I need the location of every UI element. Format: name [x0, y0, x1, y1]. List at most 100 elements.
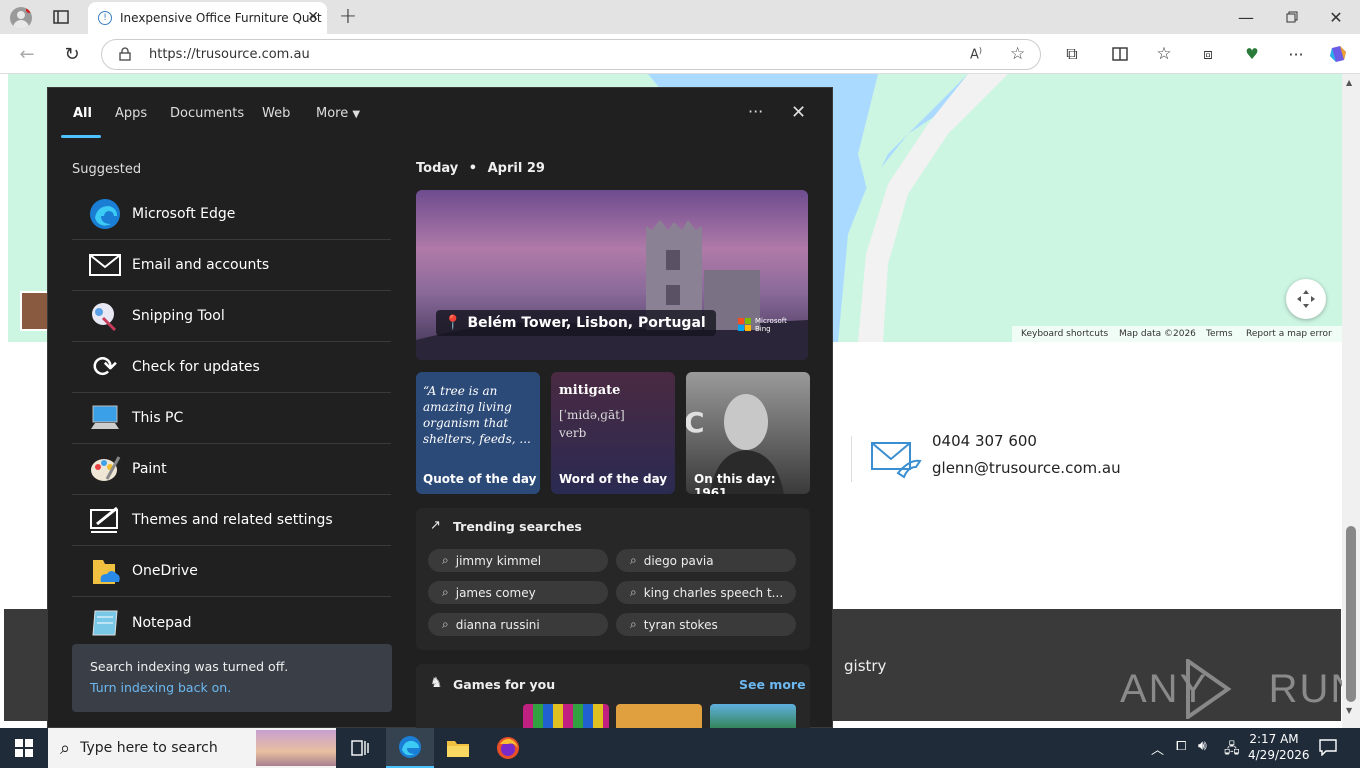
map-keyboard-shortcuts[interactable]: Keyboard shortcuts: [1021, 329, 1108, 339]
email-contact-icon: [870, 439, 922, 479]
windows-search-panel: All Apps Documents Web More ▼ ··· ✕ Sugg…: [47, 87, 833, 728]
taskbar-search-box[interactable]: ⌕ Type here to search: [48, 728, 336, 768]
suggested-microsoft-edge[interactable]: Microsoft Edge: [72, 189, 391, 240]
search-icon: ⌕: [442, 585, 449, 599]
contact-phone[interactable]: 0404 307 600: [932, 432, 1037, 450]
indexing-link[interactable]: Turn indexing back on.: [90, 680, 231, 695]
split-screen-icon[interactable]: [1108, 42, 1132, 66]
tab-documents[interactable]: Documents: [170, 106, 244, 121]
tab-all-indicator: [61, 135, 101, 138]
taskbar-edge[interactable]: [386, 728, 434, 768]
quote-card[interactable]: “A tree is an amazing living organism th…: [416, 372, 540, 494]
trending-pill[interactable]: ⌕ jimmy kimmel: [428, 549, 608, 572]
suggested-notepad[interactable]: Notepad: [72, 597, 391, 648]
suggested-this-pc[interactable]: This PC: [72, 393, 391, 444]
panel-close-icon[interactable]: ✕: [791, 102, 806, 123]
map-fullscreen-button[interactable]: [1286, 279, 1326, 319]
scrollbar-thumb[interactable]: [1346, 526, 1356, 702]
trending-pill[interactable]: ⌕ james comey: [428, 581, 608, 604]
show-hidden-icons[interactable]: ︿: [1151, 739, 1164, 758]
search-icon: ⌕: [442, 553, 449, 567]
extensions-icon[interactable]: ⧉: [1060, 42, 1084, 66]
profile-icon[interactable]: [10, 7, 32, 29]
trending-pill[interactable]: ⌕ tyran stokes: [616, 613, 796, 636]
tab-web[interactable]: Web: [262, 106, 290, 121]
trending-arrow-icon: ↗: [430, 518, 441, 533]
suggested-onedrive[interactable]: OneDrive: [72, 546, 391, 597]
favorites-icon[interactable]: ☆: [1152, 42, 1176, 66]
back-icon[interactable]: ←: [14, 42, 40, 66]
tab-apps[interactable]: Apps: [115, 106, 147, 121]
trending-section: ↗ Trending searches ⌕ jimmy kimmel ⌕ diego…: [416, 508, 810, 650]
search-icon: ⌕: [442, 617, 449, 631]
word-pronunciation: [ˈmidəˌɡāt]: [559, 408, 625, 422]
notifications-icon[interactable]: [1318, 738, 1338, 757]
suggested-themes[interactable]: Themes and related settings: [72, 495, 391, 546]
trending-pill[interactable]: ⌕ king charles speech t...: [616, 581, 796, 604]
contact-email[interactable]: glenn@trusource.com.au: [932, 459, 1121, 477]
clock-date: 4/29/2026: [1248, 748, 1310, 762]
search-icon: ⌕: [630, 617, 637, 631]
trending-pill[interactable]: ⌕ diego pavia: [616, 549, 796, 572]
windows-logo-icon: [15, 739, 33, 757]
search-icon: ⌕: [630, 585, 637, 599]
suggested-check-updates[interactable]: ⟳ Check for updates: [72, 342, 391, 393]
game-thumbnail[interactable]: [710, 704, 796, 728]
minimize-icon[interactable]: —: [1232, 6, 1260, 28]
read-aloud-icon[interactable]: A): [970, 46, 982, 62]
clock[interactable]: 2:17 AM 4/29/2026: [1248, 731, 1310, 763]
taskbar-firefox[interactable]: [484, 728, 532, 768]
volume-icon[interactable]: 🔊︎: [1198, 738, 1207, 754]
game-thumbnail[interactable]: [616, 704, 702, 728]
see-more-link[interactable]: See more: [739, 677, 806, 692]
favorite-star-icon[interactable]: ☆: [1010, 44, 1025, 64]
map-thumbnail[interactable]: [20, 291, 50, 331]
meet-now-icon[interactable]: ⧠: [1176, 739, 1186, 754]
map-terms-link[interactable]: Terms: [1206, 329, 1233, 339]
browser-tab[interactable]: ! Inexpensive Office Furniture Quot ✕: [88, 2, 327, 34]
game-thumbnail[interactable]: [523, 704, 609, 728]
copilot-icon[interactable]: [1326, 42, 1350, 66]
word-title: mitigate: [559, 383, 621, 398]
start-button[interactable]: [0, 728, 48, 768]
tab-actions-icon[interactable]: [50, 7, 72, 27]
tab-close-icon[interactable]: ✕: [307, 9, 319, 25]
paint-icon: [88, 452, 122, 486]
map-report-link[interactable]: Report a map error: [1246, 329, 1332, 339]
settings-more-icon[interactable]: ···: [1284, 42, 1308, 66]
word-card[interactable]: mitigate [ˈmidəˌɡāt] verb Word of the da…: [551, 372, 675, 494]
close-window-icon[interactable]: ✕: [1322, 6, 1350, 28]
indexing-notice: Search indexing was turned off. Turn ind…: [72, 644, 392, 712]
history-card[interactable]: C On this day: 1961: [686, 372, 810, 494]
collections-icon[interactable]: ⧈: [1196, 42, 1220, 66]
lock-icon[interactable]: [119, 47, 131, 61]
restore-icon[interactable]: [1278, 6, 1306, 28]
trending-pill[interactable]: ⌕ dianna russini: [428, 613, 608, 636]
task-view-button[interactable]: [336, 728, 384, 768]
trending-heading: Trending searches: [453, 519, 582, 534]
map-data-credit: Map data ©2026: [1119, 329, 1196, 339]
page-scrollbar[interactable]: ▲ ▼: [1342, 74, 1360, 728]
network-icon[interactable]: 🖧︎: [1224, 738, 1240, 762]
taskbar-file-explorer[interactable]: [434, 728, 482, 768]
onedrive-icon: [88, 554, 122, 588]
more-chevron-icon: ▼: [352, 109, 361, 120]
refresh-icon[interactable]: ↻: [59, 42, 85, 66]
suggested-paint[interactable]: Paint: [72, 444, 391, 495]
panel-options-icon[interactable]: ···: [748, 102, 763, 121]
quote-label: Quote of the day: [423, 472, 537, 486]
browser-essentials-icon[interactable]: ♥: [1240, 42, 1264, 66]
bing-hero-card[interactable]: 📍 Belém Tower, Lisbon, Portugal Microsof…: [416, 190, 808, 360]
hero-caption[interactable]: 📍 Belém Tower, Lisbon, Portugal: [436, 310, 716, 336]
tab-more[interactable]: More ▼: [316, 106, 360, 121]
new-tab-icon[interactable]: +: [337, 4, 359, 29]
search-icon: ⌕: [60, 737, 71, 759]
edge-icon: [88, 197, 122, 231]
firefox-icon: [497, 737, 519, 759]
microsoft-logo-icon: [738, 318, 751, 331]
suggested-email-accounts[interactable]: Email and accounts: [72, 240, 391, 291]
url-field[interactable]: https://trusource.com.au A) ☆: [101, 39, 1041, 70]
suggested-snipping-tool[interactable]: Snipping Tool: [72, 291, 391, 342]
tab-all[interactable]: All: [73, 106, 92, 121]
notepad-icon: [88, 606, 122, 640]
